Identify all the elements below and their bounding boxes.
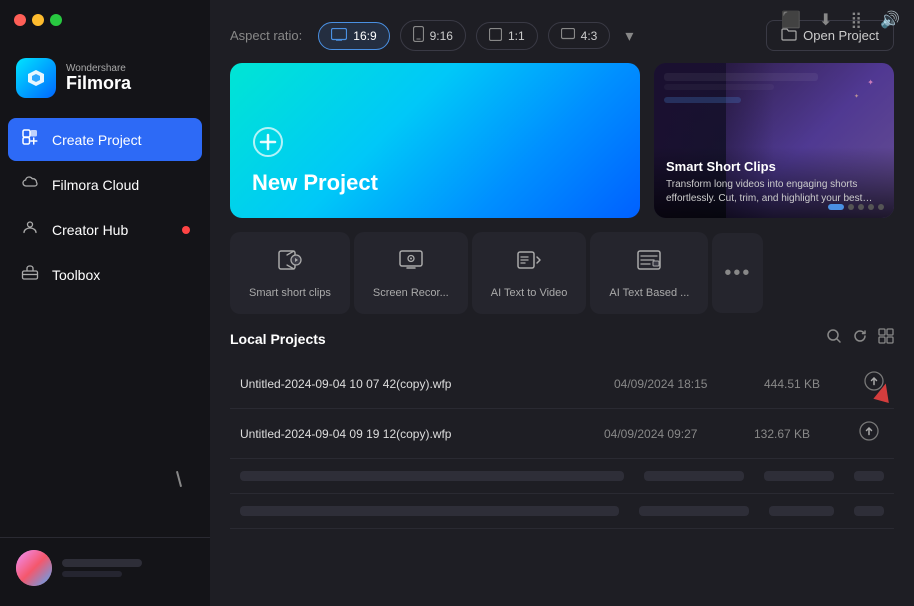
dot-4[interactable]	[868, 204, 874, 210]
user-icon	[20, 218, 40, 241]
sidebar-item-creator-hub[interactable]: Creator Hub	[8, 208, 202, 251]
ai-text-based-icon	[636, 247, 662, 279]
project-name: Untitled-2024-09-04 09 19 12(copy).wfp	[240, 427, 584, 441]
aspect-4-3-label: 4:3	[581, 29, 598, 43]
project-date: 04/09/2024 09:27	[604, 427, 734, 441]
refresh-projects-icon[interactable]	[852, 328, 868, 349]
sidebar-nav: Create Project Filmora Cloud Creator Hub	[0, 118, 210, 296]
local-projects-header: Local Projects	[230, 328, 894, 349]
ai-text-video-icon	[516, 247, 542, 279]
new-project-card[interactable]: New Project	[230, 63, 640, 218]
product-name: Filmora	[66, 74, 131, 94]
aspect-16-9-label: 16:9	[353, 29, 376, 43]
project-size: 132.67 KB	[754, 427, 834, 441]
smart-clips-label: Smart short clips	[249, 287, 331, 299]
avatar[interactable]	[16, 550, 52, 586]
screen-recorder-icon	[398, 247, 424, 279]
square-icon	[489, 28, 502, 44]
sidebar-item-label: Filmora Cloud	[52, 177, 139, 193]
quick-action-ai-text-video[interactable]: AI Text to Video	[472, 232, 587, 314]
cursor-indicator	[176, 471, 182, 487]
aspect-4-3-button[interactable]: 4:3	[548, 22, 611, 49]
smart-clips-icon	[277, 247, 303, 279]
sidebar-item-label: Creator Hub	[52, 222, 128, 238]
dot-3[interactable]	[858, 204, 864, 210]
sidebar-item-label: Create Project	[52, 132, 141, 148]
local-projects-actions	[826, 328, 894, 349]
project-name: Untitled-2024-09-04 10 07 42(copy).wfp	[240, 377, 594, 391]
monitor-icon	[331, 28, 347, 44]
new-project-plus-icon	[252, 126, 618, 166]
projects-list: Untitled-2024-09-04 10 07 42(copy).wfp 0…	[230, 359, 894, 606]
quick-action-more[interactable]: •••	[712, 233, 763, 313]
phone-icon	[413, 26, 424, 45]
table-row[interactable]: Untitled-2024-09-04 10 07 42(copy).wfp 0…	[230, 359, 894, 409]
project-size: 444.51 KB	[764, 377, 844, 391]
dot-2[interactable]	[848, 204, 854, 210]
app-logo: Wondershare Filmora	[0, 46, 210, 118]
banner-pagination	[828, 204, 884, 210]
aspect-ratio-label: Aspect ratio:	[230, 28, 302, 43]
logo-text: Wondershare Filmora	[66, 63, 131, 94]
search-projects-icon[interactable]	[826, 328, 842, 349]
quick-action-screen-recorder[interactable]: Screen Recor...	[354, 232, 468, 314]
sidebar-footer	[0, 537, 210, 598]
upload-to-cloud-icon[interactable]	[854, 421, 884, 446]
aspect-1-1-label: 1:1	[508, 29, 525, 43]
screen-recorder-label: Screen Recor...	[373, 287, 449, 299]
brand-name: Wondershare	[66, 63, 131, 74]
table-row	[230, 494, 894, 529]
quick-action-smart-clips[interactable]: Smart short clips	[230, 232, 350, 314]
quick-actions-bar: Smart short clips Screen Recor...	[210, 232, 914, 328]
sidebar-item-toolbox[interactable]: Toolbox	[8, 253, 202, 296]
minimize-button[interactable]	[32, 14, 44, 26]
project-date: 04/09/2024 18:15	[614, 377, 744, 391]
banner-title: Smart Short Clips	[666, 159, 882, 174]
cards-area: New Project ✦ ✦ Smart Shor	[210, 63, 914, 232]
grid-view-icon[interactable]	[878, 328, 894, 349]
cloud-icon	[20, 173, 40, 196]
sidebar: Wondershare Filmora Create Project	[0, 0, 210, 606]
toolbox-icon	[20, 263, 40, 286]
table-row[interactable]: Untitled-2024-09-04 09 19 12(copy).wfp 0…	[230, 409, 894, 459]
smart-clips-banner[interactable]: ✦ ✦ Smart Short Clips Transform long vid…	[654, 63, 894, 218]
new-project-title: New Project	[252, 170, 618, 196]
close-button[interactable]	[14, 14, 26, 26]
more-icon: •••	[724, 262, 751, 285]
local-projects-section: Local Projects	[210, 328, 914, 606]
dot-1[interactable]	[828, 204, 844, 210]
aspect-9-16-label: 9:16	[430, 29, 453, 43]
banner-description: Transform long videos into engaging shor…	[666, 178, 882, 206]
sidebar-item-label: Toolbox	[52, 267, 100, 283]
open-project-label: Open Project	[803, 28, 879, 43]
sidebar-item-create-project[interactable]: Create Project	[8, 118, 202, 161]
quick-action-ai-text-based[interactable]: AI Text Based ...	[590, 232, 708, 314]
tv-icon	[561, 28, 575, 43]
ai-text-video-label: AI Text to Video	[491, 287, 568, 299]
local-projects-title: Local Projects	[230, 331, 326, 347]
create-project-icon	[20, 128, 40, 151]
table-row	[230, 459, 894, 494]
sidebar-item-filmora-cloud[interactable]: Filmora Cloud	[8, 163, 202, 206]
ai-text-based-label: AI Text Based ...	[609, 287, 689, 299]
dot-5[interactable]	[878, 204, 884, 210]
logo-icon	[16, 58, 56, 98]
user-info	[62, 559, 194, 577]
main-content: Aspect ratio: 16:9 9:16	[210, 0, 914, 606]
notification-badge	[182, 226, 190, 234]
maximize-button[interactable]	[50, 14, 62, 26]
